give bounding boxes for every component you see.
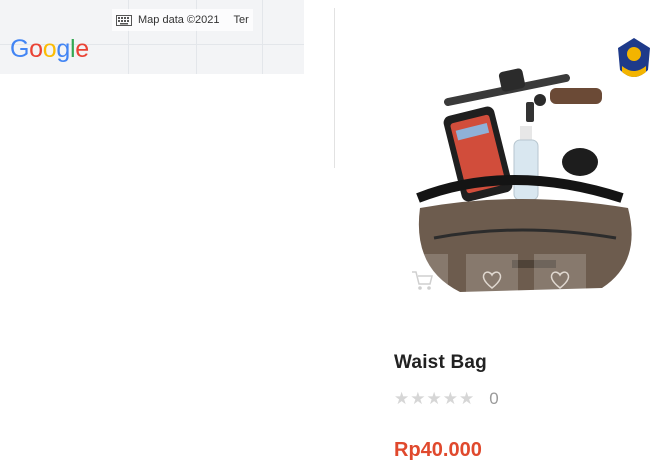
google-logo-letter: G (10, 35, 30, 63)
map-road (262, 0, 263, 74)
google-logo-letter: e (75, 35, 89, 63)
map-data-attribution: Map data ©2021 (138, 14, 220, 26)
google-logo-letter: o (42, 35, 57, 63)
heart-icon (550, 271, 570, 289)
product-price: Rp40.000 (394, 439, 482, 461)
column-divider (334, 8, 335, 168)
map-terms-link[interactable]: Ter (234, 14, 249, 26)
google-logo-letter: g (56, 35, 70, 63)
google-logo-letter: o (29, 35, 43, 63)
product-image[interactable] (390, 30, 657, 312)
product-rating: ★★★★★ 0 (394, 389, 499, 409)
keyboard-icon[interactable] (116, 14, 132, 26)
map-embed[interactable]: Map data ©2021 Ter Google (0, 0, 304, 74)
heart-icon (482, 271, 502, 289)
add-to-wishlist-button[interactable] (466, 254, 518, 306)
quick-view-button[interactable] (534, 254, 586, 306)
cart-icon (412, 271, 433, 290)
add-to-cart-button[interactable] (396, 254, 448, 306)
google-logo[interactable]: Google (10, 35, 89, 64)
rating-stars: ★★★★★ (394, 389, 476, 408)
brand-logo (614, 36, 654, 86)
map-attribution-bar: Map data ©2021 Ter (112, 9, 253, 31)
rating-count: 0 (489, 389, 499, 408)
product-title[interactable]: Waist Bag (394, 352, 487, 374)
